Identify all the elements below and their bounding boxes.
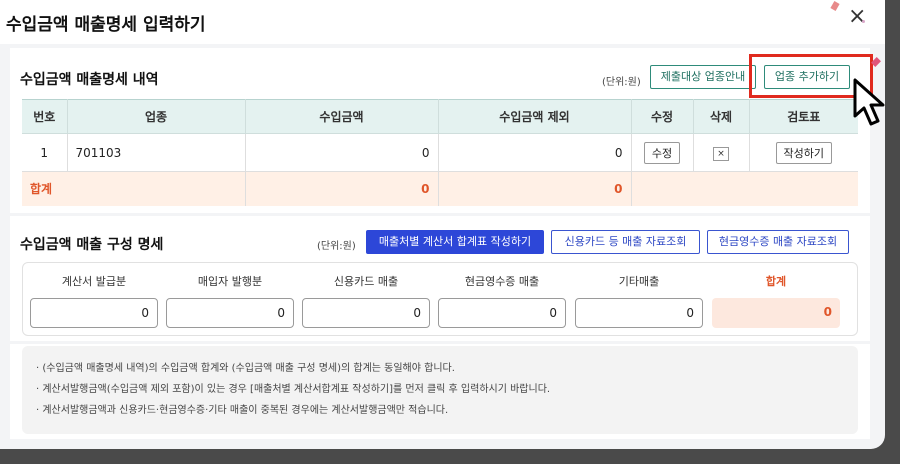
field-label-total: 합계 [765,275,787,288]
other-sales-input[interactable]: 0 [575,298,703,328]
card-sales-input[interactable]: 0 [302,298,430,328]
income-detail-table: 번호 업종 수입금액 수입금액 제외 수정 삭제 검토표 1 701103 0 … [22,99,858,206]
delete-cell: × [693,133,750,172]
notes-box: · (수입금액 매출명세 내역)의 수입금액 합계와 (수입금액 매출 구성 명… [22,346,858,434]
income-composition-section: 수입금액 매출 구성 명세 (단위:원) 매출처별 계산서 합계표 작성하기 신… [10,216,870,341]
column-header-income: 수입금액 [245,99,439,134]
review-cell: 작성하기 [749,133,858,172]
write-review-button[interactable]: 작성하기 [775,141,832,164]
row-no: 1 [22,133,68,172]
composition-total-value: 0 [712,298,840,328]
delete-icon[interactable]: × [713,146,729,161]
notes-section: · (수입금액 매출명세 내역)의 수입금액 합계와 (수입금액 매출 구성 명… [10,344,870,439]
total-income: 0 [245,171,439,206]
total-excluded: 0 [438,171,632,206]
total-empty-cell [631,171,858,206]
field-label-other: 기타매출 [618,275,660,288]
modal-header: 수입금액 매출명세 입력하기 × [0,0,885,44]
composition-fields: 계산서 발급분 0 매입자 발행분 0 신용카드 매출 0 현금영수증 매출 0… [22,262,858,336]
column-header-industry: 업종 [67,99,246,134]
table-row: 1 701103 0 0 수정 × 작성하기 [22,133,858,172]
row-industry-code: 701103 [67,133,246,172]
close-icon[interactable]: × [848,4,866,29]
total-row: 합계 0 0 [22,171,858,206]
edit-cell: 수정 [631,133,694,172]
row-excluded: 0 [438,133,632,172]
income-detail-title: 수입금액 매출명세 내역 [20,72,159,88]
detail-unit-label: (단위:원) [602,77,641,88]
note-item: · 계산서발행금액(수입금액 제외 포함)이 있는 경우 [매출처별 계산서합계… [36,384,551,395]
buyer-issued-amount-input[interactable]: 0 [166,298,294,328]
field-label-card: 신용카드 매출 [333,275,399,288]
cursor-icon [852,78,896,134]
modal-title: 수입금액 매출명세 입력하기 [6,15,206,35]
card-sales-lookup-button[interactable]: 신용카드 등 매출 자료조회 [551,230,700,254]
column-header-no: 번호 [22,99,68,134]
income-composition-title: 수입금액 매출 구성 명세 [20,237,164,253]
column-header-review: 검토표 [749,99,858,134]
table-header-row: 번호 업종 수입금액 수입금액 제외 수정 삭제 검토표 [22,99,858,134]
industry-guide-button[interactable]: 제출대상 업종안내 [650,65,756,89]
composition-unit-label: (단위:원) [317,241,356,252]
note-item: · (수입금액 매출명세 내역)의 수입금액 합계와 (수입금액 매출 구성 명… [36,363,455,374]
cash-receipt-sales-input[interactable]: 0 [438,298,566,328]
total-label: 합계 [22,171,246,206]
row-income: 0 [245,133,439,172]
column-header-delete: 삭제 [693,99,750,134]
confetti-shape [862,20,865,23]
column-header-excluded: 수입금액 제외 [438,99,632,134]
field-label-invoice: 계산서 발급분 [61,275,127,288]
invoice-amount-input[interactable]: 0 [30,298,158,328]
edit-button[interactable]: 수정 [643,141,681,164]
invoice-summary-button[interactable]: 매출처별 계산서 합계표 작성하기 [366,230,544,254]
field-label-buyer-issued: 매입자 발행분 [197,275,263,288]
cash-receipt-lookup-button[interactable]: 현금영수증 매출 자료조회 [707,230,849,254]
note-item: · 계산서발행금액과 신용카드·현금영수증·기타 매출이 중복된 경우에는 계산… [36,405,449,416]
income-detail-section: 수입금액 매출명세 내역 (단위:원) 제출대상 업종안내 업종 추가하기 번호… [10,48,870,213]
column-header-edit: 수정 [631,99,694,134]
field-label-cash-receipt: 현금영수증 매출 [464,275,540,288]
